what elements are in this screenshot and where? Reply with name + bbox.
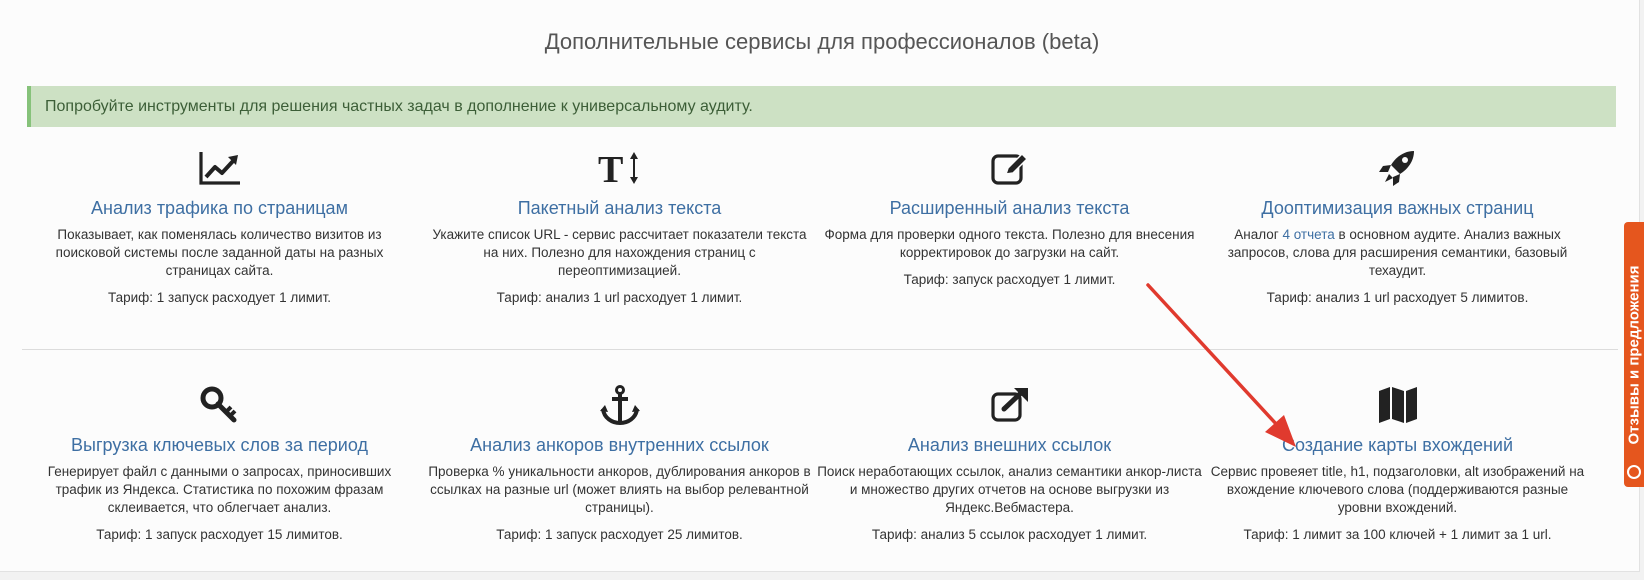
service-card-keywords-export: Выгрузка ключевых слов за период Генерир… — [22, 383, 417, 544]
service-card-extended-text-analysis: Расширенный анализ текста Форма для пров… — [812, 146, 1207, 289]
service-title-link[interactable]: Пакетный анализ текста — [422, 197, 817, 219]
service-tariff: Тариф: анализ 5 ссылок расходует 1 лимит… — [871, 527, 1148, 542]
service-tariff: Тариф: 1 запуск расходует 1 лимит. — [107, 290, 332, 305]
svg-text:T: T — [598, 149, 623, 188]
service-description: Проверка % уникальности анкоров, дублиро… — [428, 464, 811, 515]
row-divider — [22, 349, 1618, 350]
edit-icon — [812, 146, 1207, 190]
service-card-important-pages: Дооптимизация важных страниц Аналог 4 от… — [1200, 146, 1595, 307]
service-card-batch-text-analysis: T Пакетный анализ текста Укажите список … — [422, 146, 817, 307]
service-tariff: Тариф: запуск расходует 1 лимит. — [903, 272, 1116, 287]
map-icon — [1200, 383, 1595, 427]
report-4-link[interactable]: 4 отчета — [1282, 227, 1334, 242]
service-description: Сервис провеяет title, h1, подзаголовки,… — [1210, 464, 1585, 515]
service-description: Поиск неработающих ссылок, анализ семант… — [817, 464, 1202, 515]
feedback-icon — [1627, 465, 1641, 479]
service-card-occurrence-map: Создание карты вхождений Сервис провеяет… — [1200, 383, 1595, 544]
service-description: Укажите список URL - сервис рассчитает п… — [432, 227, 807, 278]
service-description: Аналог 4 отчета в основном аудите. Анали… — [1205, 226, 1590, 280]
service-card-external-links: Анализ внешних ссылок Поиск неработающих… — [812, 383, 1207, 544]
service-description: Генерирует файл с данными о запросах, пр… — [47, 464, 392, 515]
service-card-anchor-analysis: Анализ анкоров внутренних ссылок Проверк… — [422, 383, 817, 544]
info-alert: Попробуйте инструменты для решения частн… — [27, 86, 1616, 127]
service-title-link[interactable]: Анализ трафика по страницам — [22, 197, 417, 219]
description-text: Аналог — [1234, 227, 1283, 242]
services-row-2: Выгрузка ключевых слов за период Генерир… — [22, 383, 1622, 580]
service-tariff: Тариф: анализ 1 url расходует 1 лимит. — [496, 290, 743, 305]
service-title-link[interactable]: Расширенный анализ текста — [812, 197, 1207, 219]
text-height-icon: T — [422, 146, 817, 190]
service-title-link[interactable]: Выгрузка ключевых слов за период — [22, 434, 417, 456]
rocket-icon — [1200, 146, 1595, 190]
service-tariff: Тариф: анализ 1 url расходует 5 лимитов. — [1266, 290, 1529, 305]
services-row-1: Анализ трафика по страницам Показывает, … — [22, 146, 1622, 346]
services-panel: Дополнительные сервисы для профессионало… — [0, 0, 1640, 572]
feedback-tab[interactable]: Отзывы и предложения — [1624, 222, 1644, 487]
service-tariff: Тариф: 1 запуск расходует 25 лимитов. — [496, 527, 743, 542]
page-title: Дополнительные сервисы для профессионало… — [544, 29, 1100, 54]
service-title-link[interactable]: Анализ анкоров внутренних ссылок — [422, 434, 817, 456]
service-card-traffic-analysis: Анализ трафика по страницам Показывает, … — [22, 146, 417, 307]
feedback-tab-label: Отзывы и предложения — [1625, 264, 1643, 445]
service-description: Форма для проверки одного текста. Полезн… — [824, 227, 1195, 260]
service-title-link[interactable]: Дооптимизация важных страниц — [1200, 197, 1595, 219]
line-chart-icon — [22, 146, 417, 190]
service-title-link[interactable]: Анализ внешних ссылок — [812, 434, 1207, 456]
external-link-icon — [812, 383, 1207, 427]
service-description: Показывает, как поменялась количество ви… — [55, 227, 384, 278]
service-tariff: Тариф: 1 лимит за 100 ключей + 1 лимит з… — [1243, 527, 1552, 542]
key-icon — [22, 383, 417, 427]
service-tariff: Тариф: 1 запуск расходует 15 лимитов. — [96, 527, 343, 542]
service-title-link[interactable]: Создание карты вхождений — [1200, 434, 1595, 456]
anchor-icon — [422, 383, 817, 427]
